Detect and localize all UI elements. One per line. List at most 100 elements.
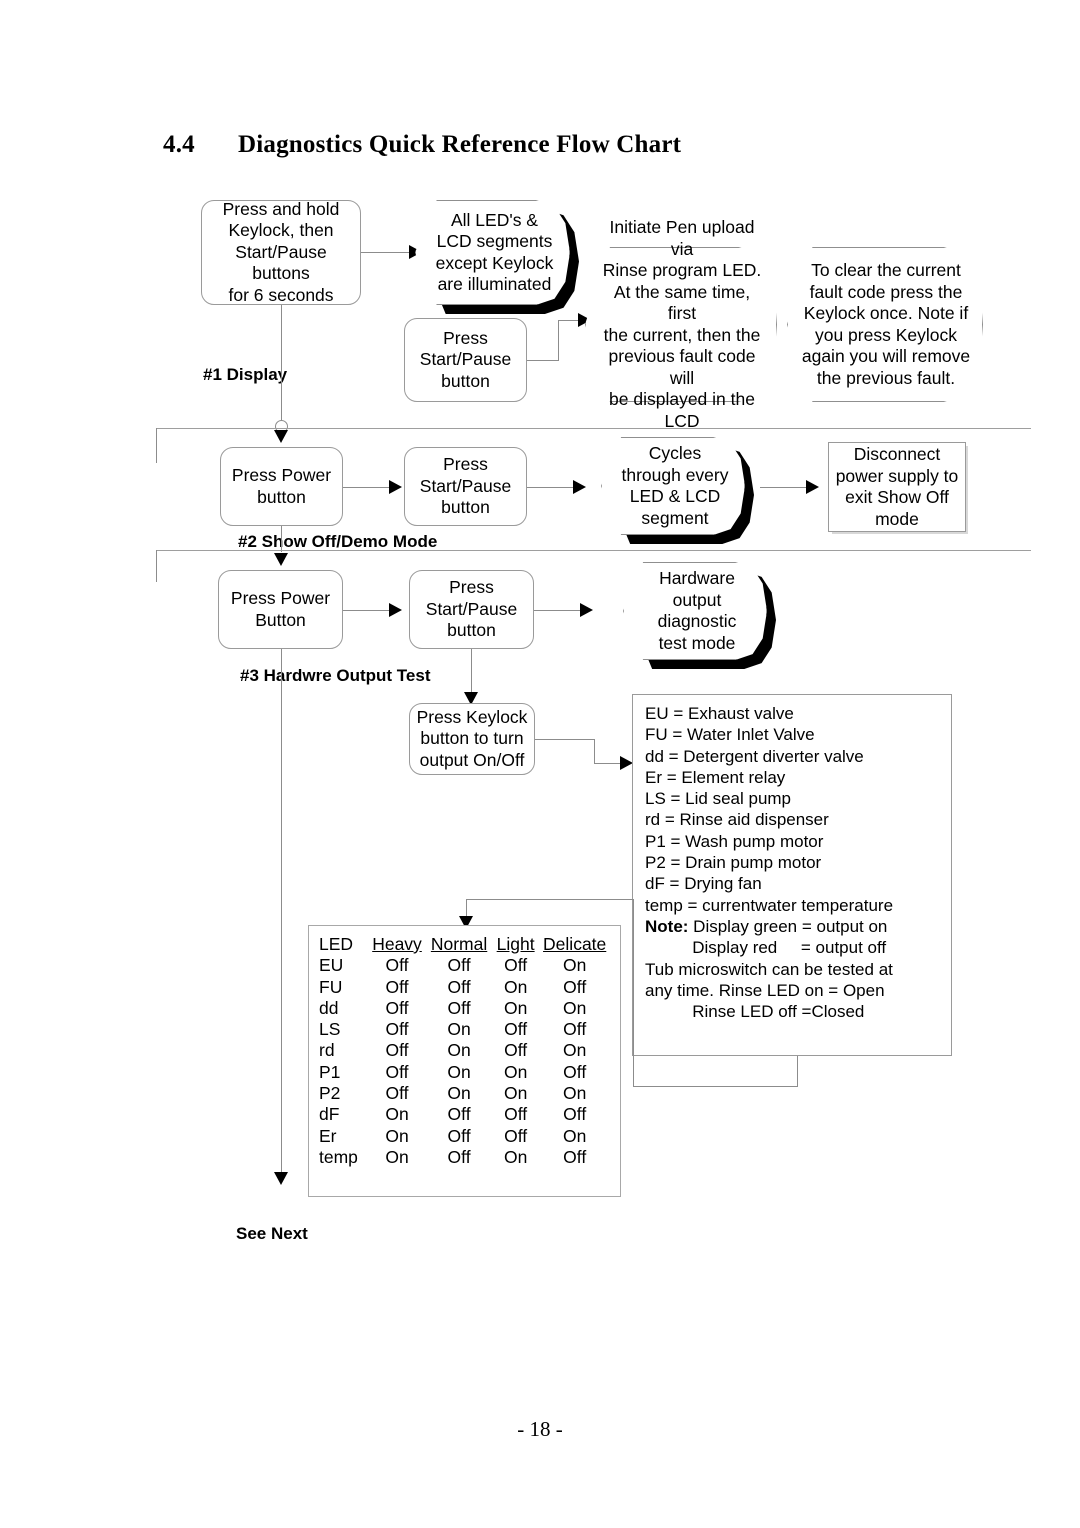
arrowhead-row3-2-3 [580,603,593,617]
table-cell: Off [447,955,471,976]
row3-step1-box: Press Power Button [218,570,343,649]
arrowhead-into-showoff [274,430,288,443]
legend-note-line: Rinse LED off =Closed [645,1002,865,1022]
legend-note-line: any time. Rinse LED on = Open [645,980,885,1000]
table-row: LS Off On Off Off [319,1019,610,1040]
section-label-showoff: #2 Show Off/Demo Mode [238,532,438,551]
arrowhead-seenext [274,1172,288,1185]
section-label-display: #1 Display [203,365,288,384]
legend-line: P1 = Wash pump motor [645,831,824,851]
connector-row3-1-2 [343,610,391,611]
table-cell: P1 [319,1061,341,1082]
legend-line: rd = Rinse aid dispenser [645,810,829,830]
arrowhead-into-hardware [274,553,288,566]
table-cell: On [562,997,587,1018]
arrowhead-row2-2-3 [573,480,586,494]
table-cell: On [503,1083,528,1104]
divider-1-left-stub [156,428,157,463]
row1-step2-label: All LED's & LCD segments except Keylock … [435,209,554,295]
row1-step1-box: Press and hold Keylock, then Start/Pause… [201,199,361,305]
table-row: temp On Off On Off [319,1147,610,1168]
led-state-table: LED Heavy Normal Light Delicate EU Off O… [319,934,610,1168]
legend-line: temp = currentwater temperature [645,895,894,915]
table-cell: Off [447,1104,471,1125]
table-row: rd Off On Off On [319,1040,610,1061]
table-cell: Off [385,1083,409,1104]
table-cell: Off [563,1061,587,1082]
table-cell: Off [504,1040,528,1061]
table-cell: Off [385,1061,409,1082]
connector-keylock-a [535,739,595,740]
table-cell: temp [319,1146,358,1167]
divider-2-left-stub [156,550,157,582]
table-header-cell: Light [496,934,535,954]
connector-row1-3-a [527,360,559,361]
table-row: EU Off Off Off On [319,955,610,976]
table-cell: Off [447,1146,471,1167]
table-cell: Off [504,1125,528,1146]
row2-step4-box: Disconnect power supply to exit Show Off… [828,442,966,532]
row1-step5-label: To clear the current fault code press th… [801,260,971,388]
table-cell: Off [447,1125,471,1146]
row3-step3-flag: Hardware output diagnostic test mode [623,562,776,669]
table-cell: On [562,955,587,976]
table-cell: Off [385,1019,409,1040]
document-page: 4.4 Diagnostics Quick Reference Flow Char… [0,0,1080,1528]
flowline-to-keylock [471,649,472,694]
legend-note-line: Display red = output off [645,938,887,958]
table-cell: dF [319,1104,340,1125]
table-cell: On [385,1146,409,1167]
table-cell: LS [319,1019,341,1040]
table-cell: On [503,1061,528,1082]
table-cell: rd [319,1040,335,1061]
section-divider-1 [156,428,1031,429]
arrowhead-row2-3-4 [806,480,819,494]
table-cell: Off [447,976,471,997]
legend-note-text: Display green = output on [688,916,888,936]
connector-keylock-c [594,763,622,764]
connector-row1-1-2 [361,252,411,253]
table-cell: Off [447,997,471,1018]
row1-step3-box: Press Start/Pause button [404,318,527,402]
table-cell: Off [563,1019,587,1040]
table-cell: Off [563,976,587,997]
connector-table-a [797,1056,798,1087]
section-divider-2 [156,550,1031,551]
table-cell: On [385,1125,409,1146]
table-cell: Off [385,1040,409,1061]
see-next-label: See Next [236,1224,308,1243]
table-cell: On [503,997,528,1018]
table-cell: On [447,1083,471,1104]
legend-note-label: Note: [645,916,689,936]
row1-step5-hex: To clear the current fault code press th… [787,247,983,402]
table-cell: Off [504,955,528,976]
connector-row2-2-3 [527,487,575,488]
legend-box: EU = Exhaust valve FU = Water Inlet Valv… [632,694,952,1056]
row2-step2-box: Press Start/Pause button [404,447,527,526]
section-number: 4.4 [163,131,195,158]
connector-keylock-b [594,739,595,764]
row2-step3-flag: Cycles through every LED & LCD segment [601,437,754,544]
table-cell: Off [385,997,409,1018]
row3-step4-box: Press Keylock button to turn output On/O… [409,703,535,775]
row3-step2-box: Press Start/Pause button [409,570,534,649]
table-cell: On [562,1125,587,1146]
page-title: 4.4 Diagnostics Quick Reference Flow Char… [163,131,681,159]
table-row: Er On Off Off On [319,1126,610,1147]
table-cell: Off [385,976,409,997]
table-cell: On [562,1040,587,1061]
table-header-cell: Normal [430,934,488,954]
connector-row3-2-3 [534,610,582,611]
row1-step4-label: Initiate Pen upload via Rinse program LE… [602,217,762,431]
table-header-cell: LED [319,934,354,954]
table-cell: FU [319,976,343,997]
legend-line: dF = Drying fan [645,874,762,894]
flowline-display [281,305,282,424]
table-cell: On [447,1019,471,1040]
table-cell: On [447,1040,471,1061]
table-row: FU Off Off On Off [319,977,610,998]
arrowhead-row3-1-2 [389,603,402,617]
table-cell: On [562,1083,587,1104]
arrowhead-row2-1-2 [389,480,402,494]
led-state-table-box: LED Heavy Normal Light Delicate EU Off O… [308,925,621,1197]
